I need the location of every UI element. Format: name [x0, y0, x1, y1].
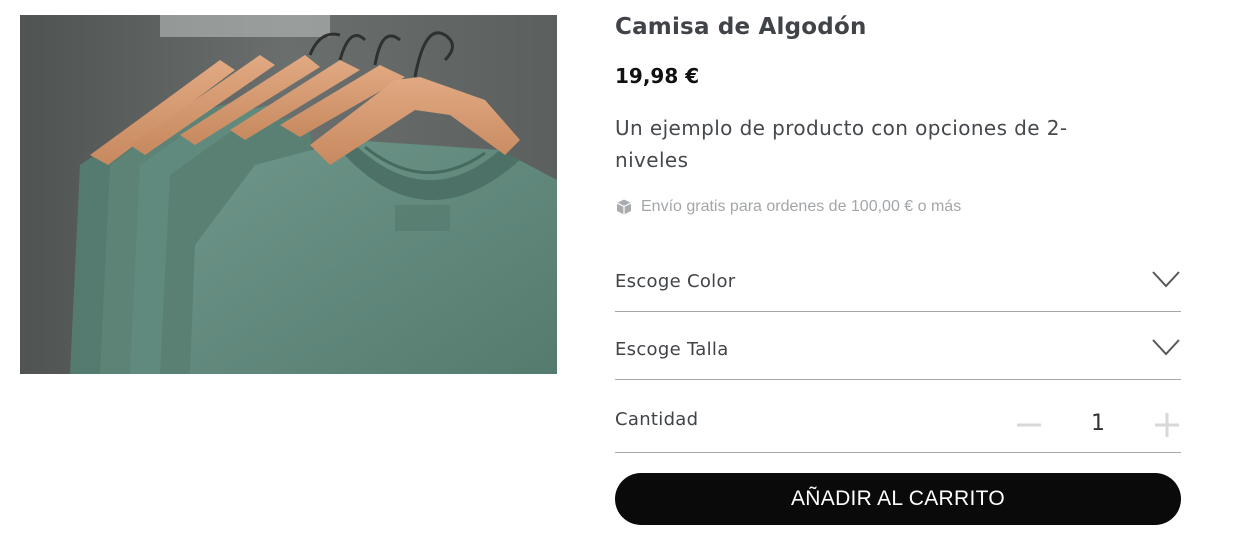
- color-option-label: Escoge Color: [615, 271, 736, 292]
- chevron-down-icon[interactable]: [1151, 268, 1181, 290]
- size-option-dropdown[interactable]: Escoge Talla: [615, 320, 1181, 380]
- product-price: 19,98 €: [615, 64, 700, 88]
- shipping-note: Envío gratis para ordenes de 100,00 € o …: [615, 196, 961, 218]
- product-description: Un ejemplo de producto con opciones de 2…: [615, 116, 1068, 172]
- color-option-dropdown[interactable]: Escoge Color: [615, 252, 1181, 312]
- shirts-on-hangers-photo: [20, 15, 557, 374]
- quantity-stepper: Cantidad 1: [615, 392, 1181, 453]
- chevron-down-icon[interactable]: [1151, 336, 1181, 358]
- minus-icon[interactable]: [1015, 411, 1043, 439]
- plus-icon[interactable]: [1153, 411, 1181, 439]
- product-title: Camisa de Algodón: [615, 14, 867, 40]
- add-to-cart-button[interactable]: AÑADIR AL CARRITO: [615, 473, 1181, 525]
- quantity-value[interactable]: 1: [1081, 406, 1115, 442]
- shipping-note-text: Envío gratis para ordenes de 100,00 € o …: [641, 198, 962, 215]
- package-icon: [615, 198, 633, 216]
- size-option-label: Escoge Talla: [615, 339, 729, 360]
- quantity-label: Cantidad: [615, 409, 699, 430]
- product-image: [20, 15, 557, 374]
